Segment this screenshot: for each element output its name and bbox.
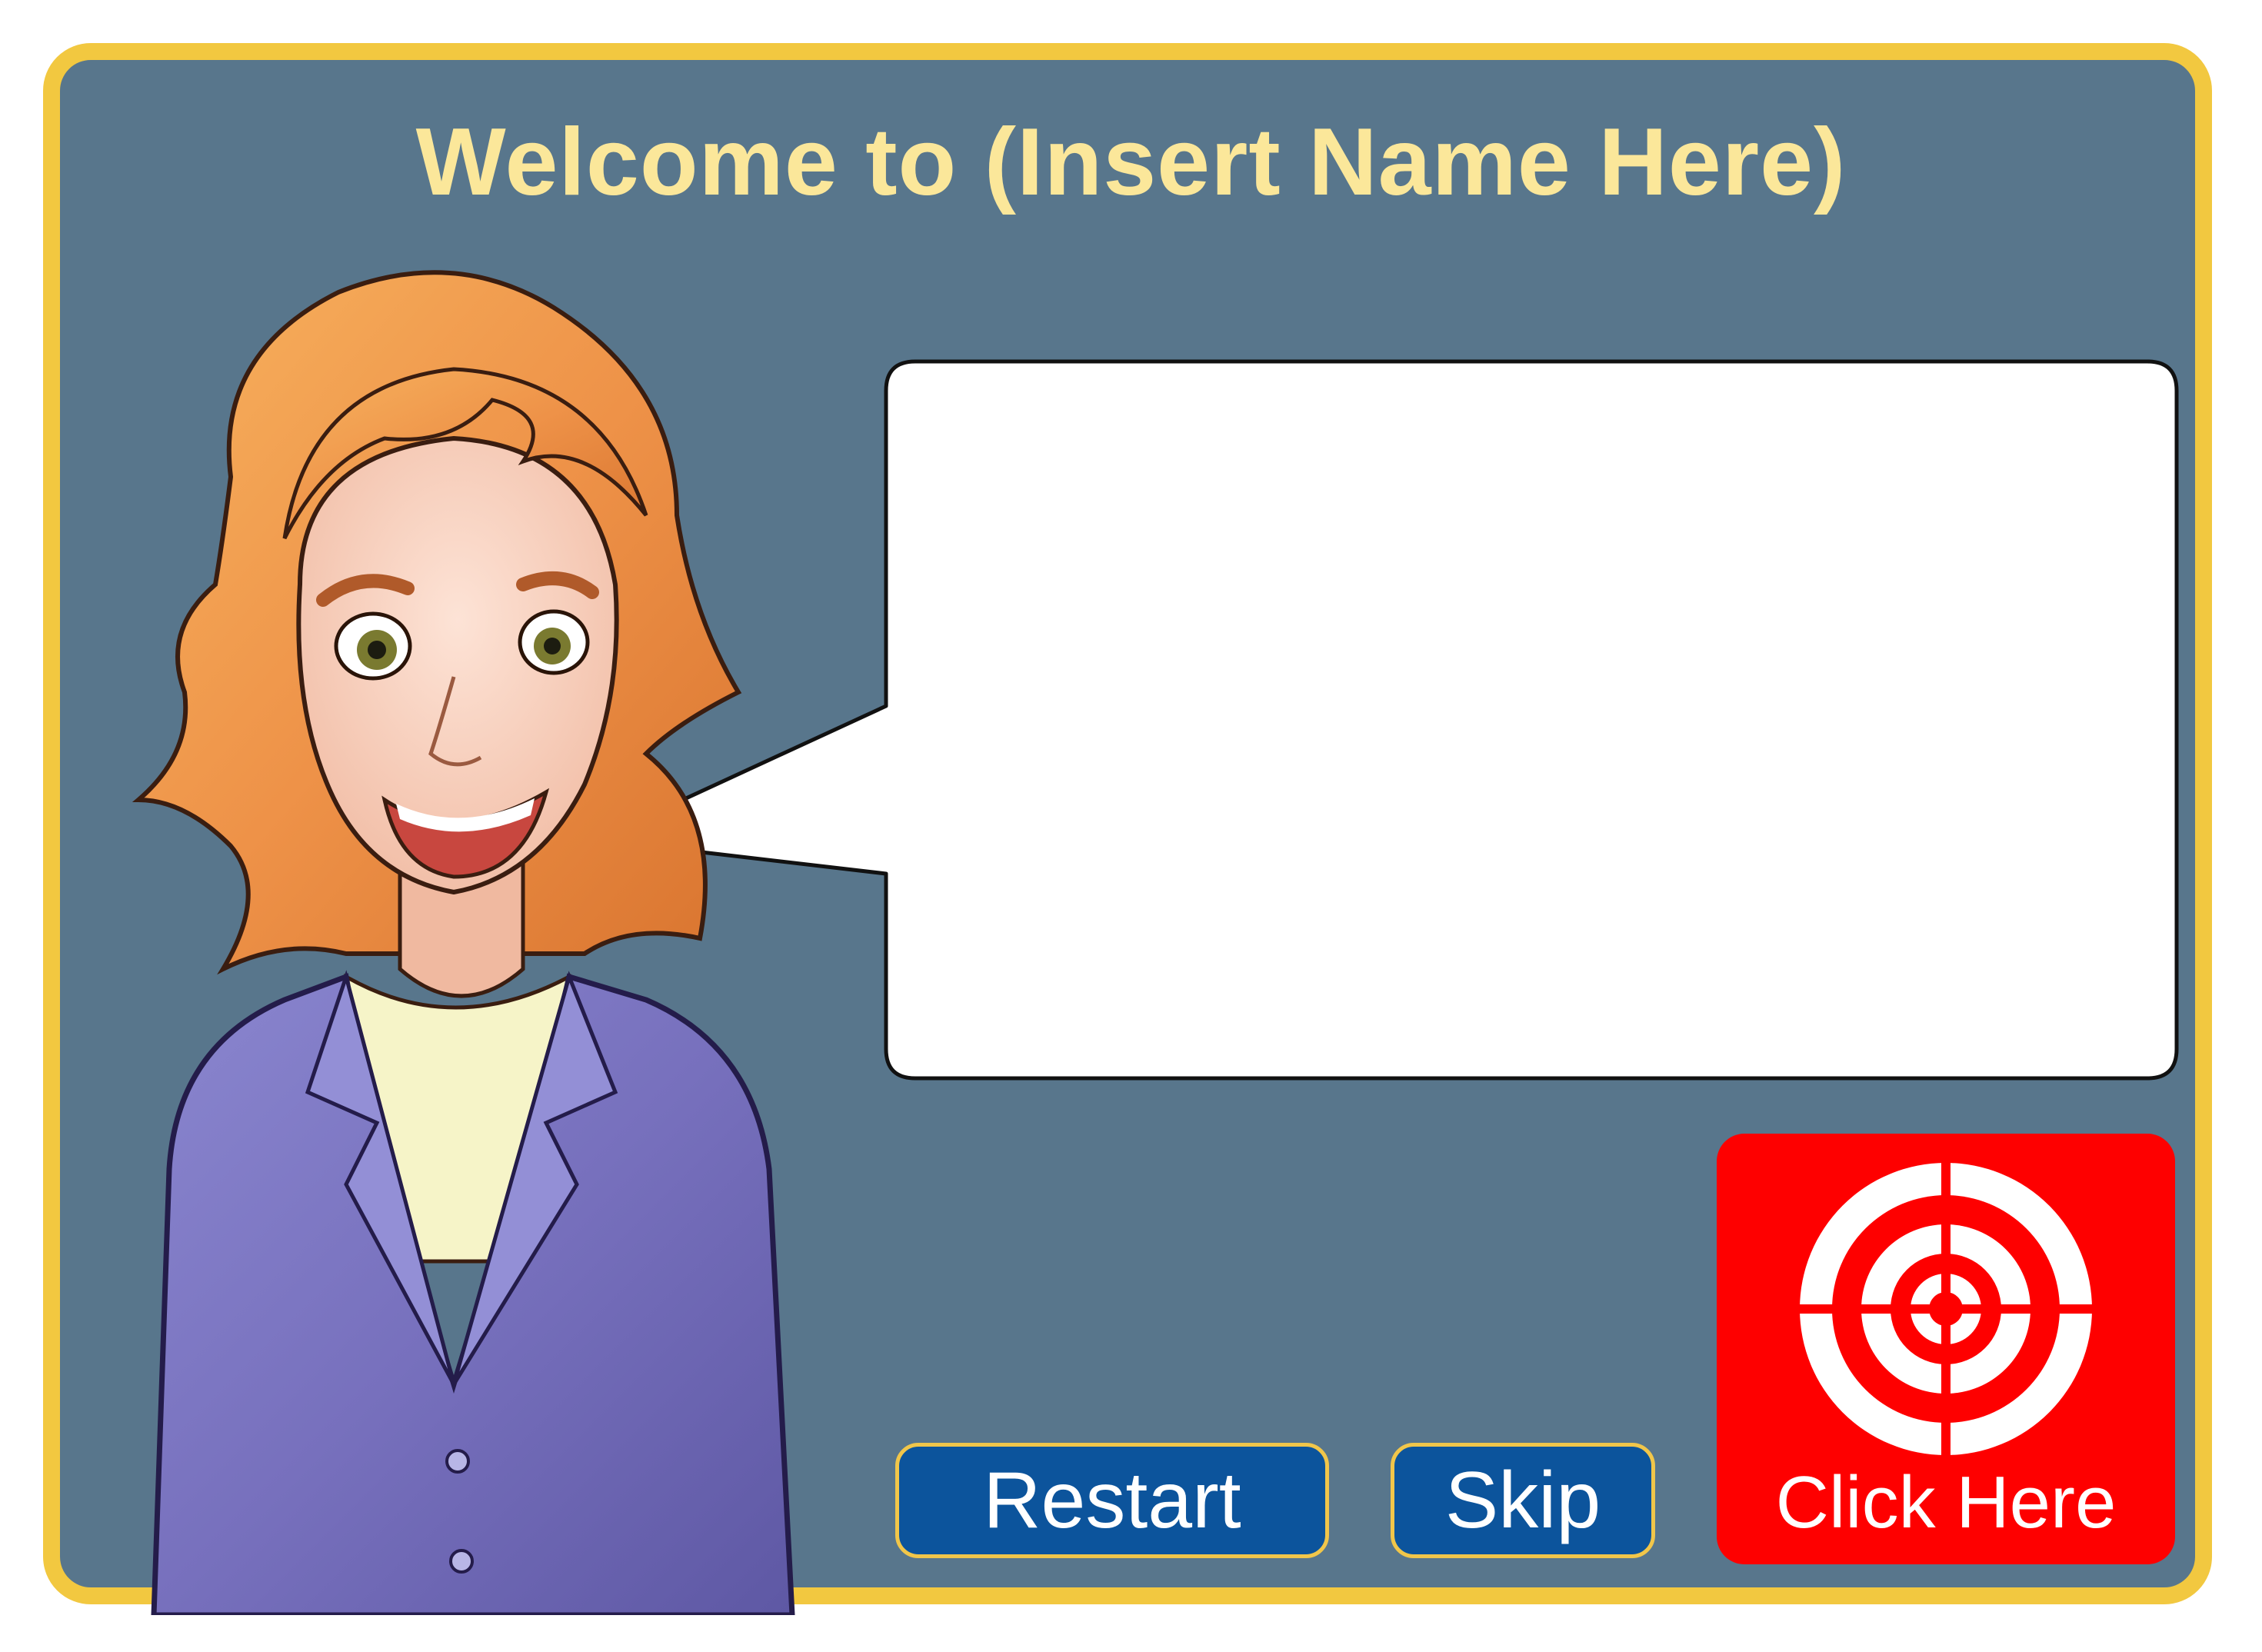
click-here-button[interactable]: Click Here: [1717, 1134, 2175, 1564]
page-title: Welcome to (Insert Name Here): [415, 109, 1847, 215]
speech-bubble-text: [923, 392, 2138, 1046]
click-here-label: Click Here: [1775, 1461, 2117, 1544]
skip-button[interactable]: Skip: [1391, 1443, 1655, 1558]
restart-button[interactable]: Restart: [895, 1443, 1329, 1558]
presenter-character: [132, 270, 795, 1615]
